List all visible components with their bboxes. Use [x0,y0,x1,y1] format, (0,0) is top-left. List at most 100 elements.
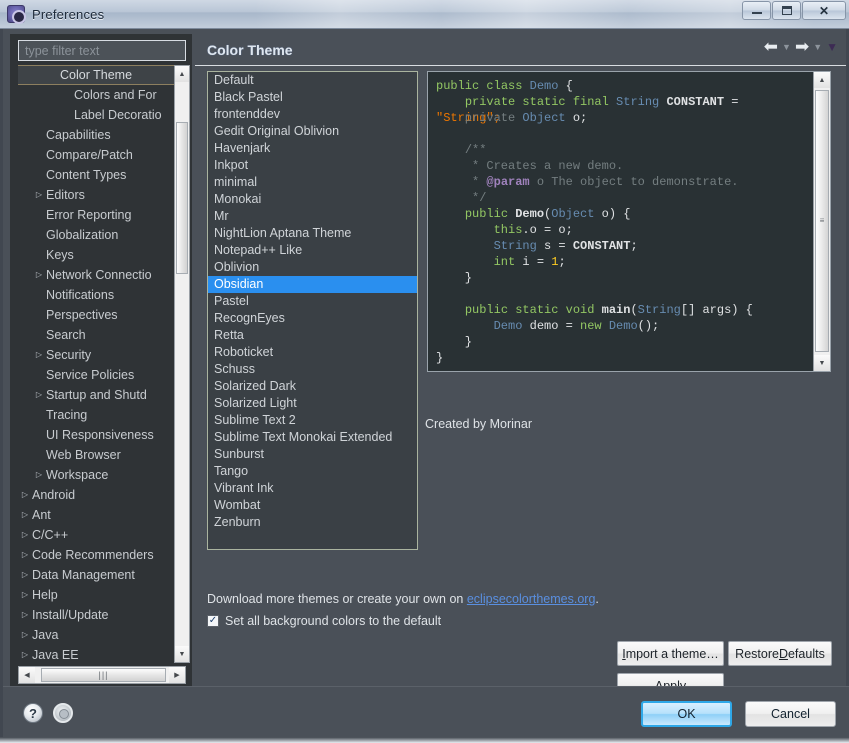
sidebar-item-web-browser[interactable]: Web Browser [18,445,186,465]
theme-list-item[interactable]: Vibrant Ink [208,480,417,497]
tree-horizontal-scrollbar[interactable]: ◀ ||| ▶ [18,666,186,684]
theme-list-item[interactable]: Mr [208,208,417,225]
ok-button[interactable]: OK [641,701,732,727]
theme-list-item[interactable]: Sublime Text Monokai Extended [208,429,417,446]
eclipsecolorthemes-link[interactable]: eclipsecolorthemes.org [467,592,596,606]
sidebar-item-compare-patch[interactable]: Compare/Patch [18,145,186,165]
theme-list-item[interactable]: Sublime Text 2 [208,412,417,429]
expand-triangle-icon[interactable]: ▷ [32,265,46,285]
theme-list-item[interactable]: Tango [208,463,417,480]
maximize-button[interactable] [772,1,801,20]
scroll-right-icon[interactable]: ▶ [169,667,185,683]
sidebar-item-c-c[interactable]: ▷ C/C++ [18,525,186,545]
theme-list-item[interactable]: Notepad++ Like [208,242,417,259]
tree-hscroll-thumb[interactable]: ||| [41,668,166,682]
sidebar-item-editors[interactable]: ▷ Editors [18,185,186,205]
back-history-chevron-down-icon[interactable]: ▼ [782,42,791,52]
sidebar-item-code-recommenders[interactable]: ▷ Code Recommenders [18,545,186,565]
preview-scroll-thumb[interactable]: ≡ [815,90,829,352]
preview-vertical-scrollbar[interactable]: ▲ ≡ ▼ [813,72,830,371]
cancel-button[interactable]: Cancel [745,701,836,727]
theme-list-item[interactable]: Gedit Original Oblivion [208,123,417,140]
default-background-checkbox-row[interactable]: ✓ Set all background colors to the defau… [207,614,441,628]
sidebar-item-startup-and-shutd[interactable]: ▷ Startup and Shutd [18,385,186,405]
expand-triangle-icon[interactable]: ▷ [32,345,46,365]
theme-list-item[interactable]: Retta [208,327,417,344]
forward-history-chevron-down-icon[interactable]: ▼ [813,42,822,52]
theme-list-item[interactable]: Havenjark [208,140,417,157]
search-input[interactable] [23,42,185,59]
sidebar-item-help[interactable]: ▷ Help [18,585,186,605]
expand-triangle-icon[interactable]: ▷ [18,565,32,585]
expand-triangle-icon[interactable]: ▷ [18,525,32,545]
sidebar-item-android[interactable]: ▷ Android [18,485,186,505]
sidebar-item-ant[interactable]: ▷ Ant [18,505,186,525]
theme-list-item[interactable]: Monokai [208,191,417,208]
sidebar-item-content-types[interactable]: Content Types [18,165,186,185]
tree-scroll-thumb[interactable] [176,122,188,274]
sidebar-item-colors-and-for[interactable]: Colors and For [18,85,186,105]
expand-triangle-icon[interactable]: ▷ [18,625,32,645]
theme-list-item[interactable]: Obsidian [208,276,417,293]
sidebar-item-error-reporting[interactable]: Error Reporting [18,205,186,225]
checkbox-checked-icon[interactable]: ✓ [207,615,219,627]
expand-triangle-icon[interactable]: ▷ [18,545,32,565]
sidebar-item-workspace[interactable]: ▷ Workspace [18,465,186,485]
sidebar-item-perspectives[interactable]: Perspectives [18,305,186,325]
close-button[interactable]: ✕ [802,1,846,20]
sidebar-item-search[interactable]: Search [18,325,186,345]
sidebar-item-data-management[interactable]: ▷ Data Management [18,565,186,585]
settings-circle-icon[interactable] [53,703,73,723]
expand-triangle-icon[interactable]: ▷ [18,605,32,625]
preview-scroll-down-icon[interactable]: ▼ [814,355,830,371]
theme-list-item[interactable]: Sunburst [208,446,417,463]
expand-triangle-icon[interactable]: ▷ [18,585,32,605]
theme-list-item[interactable]: minimal [208,174,417,191]
scroll-left-icon[interactable]: ◀ [19,667,35,683]
minimize-button[interactable] [742,1,771,20]
theme-list-item[interactable]: Roboticket [208,344,417,361]
tree-vertical-scrollbar[interactable]: ▲ ▼ [174,65,190,663]
expand-triangle-icon[interactable]: ▷ [18,485,32,505]
theme-list-item[interactable]: Schuss [208,361,417,378]
preview-scroll-up-icon[interactable]: ▲ [814,72,830,88]
theme-list-item[interactable]: Solarized Dark [208,378,417,395]
theme-list-item[interactable]: Oblivion [208,259,417,276]
restore-defaults-button[interactable]: Restore Defaults [728,641,832,666]
preferences-tree[interactable]: Color Theme Colors and For Label Decoratio… [18,65,186,663]
arrow-right-icon[interactable]: ➡ [795,38,809,55]
filter-box[interactable] [18,40,186,61]
theme-list-item[interactable]: Pastel [208,293,417,310]
theme-list-item[interactable]: Default [208,72,417,89]
sidebar-item-globalization[interactable]: Globalization [18,225,186,245]
overflow-chevron-down-icon[interactable]: ▼ [826,40,838,54]
theme-list-item[interactable]: frontenddev [208,106,417,123]
scroll-down-icon[interactable]: ▼ [175,646,189,662]
theme-list-item[interactable]: Inkpot [208,157,417,174]
sidebar-item-label-decoratio[interactable]: Label Decoratio [18,105,186,125]
expand-triangle-icon[interactable]: ▷ [32,465,46,485]
sidebar-item-network-connectio[interactable]: ▷ Network Connectio [18,265,186,285]
theme-list-item[interactable]: NightLion Aptana Theme [208,225,417,242]
sidebar-item-security[interactable]: ▷ Security [18,345,186,365]
expand-triangle-icon[interactable]: ▷ [32,385,46,405]
theme-list-item[interactable]: Zenburn [208,514,417,531]
sidebar-item-color-theme[interactable]: Color Theme [18,65,186,85]
theme-list[interactable]: Default Black Pastel frontenddev Gedit Orig… [207,71,418,550]
expand-triangle-icon[interactable]: ▷ [18,505,32,525]
sidebar-item-keys[interactable]: Keys [18,245,186,265]
import-theme-button[interactable]: Import a theme… [617,641,724,666]
sidebar-item-tracing[interactable]: Tracing [18,405,186,425]
sidebar-item-service-policies[interactable]: Service Policies [18,365,186,385]
sidebar-item-java-ee[interactable]: ▷ Java EE [18,645,186,663]
help-question-icon[interactable]: ? [23,703,43,723]
theme-list-item[interactable]: RecognEyes [208,310,417,327]
sidebar-item-java[interactable]: ▷ Java [18,625,186,645]
sidebar-item-capabilities[interactable]: Capabilities [18,125,186,145]
theme-list-item[interactable]: Solarized Light [208,395,417,412]
sidebar-item-ui-responsiveness[interactable]: UI Responsiveness [18,425,186,445]
expand-triangle-icon[interactable]: ▷ [18,645,32,663]
sidebar-item-notifications[interactable]: Notifications [18,285,186,305]
sidebar-item-install-update[interactable]: ▷ Install/Update [18,605,186,625]
scroll-up-icon[interactable]: ▲ [175,66,189,82]
